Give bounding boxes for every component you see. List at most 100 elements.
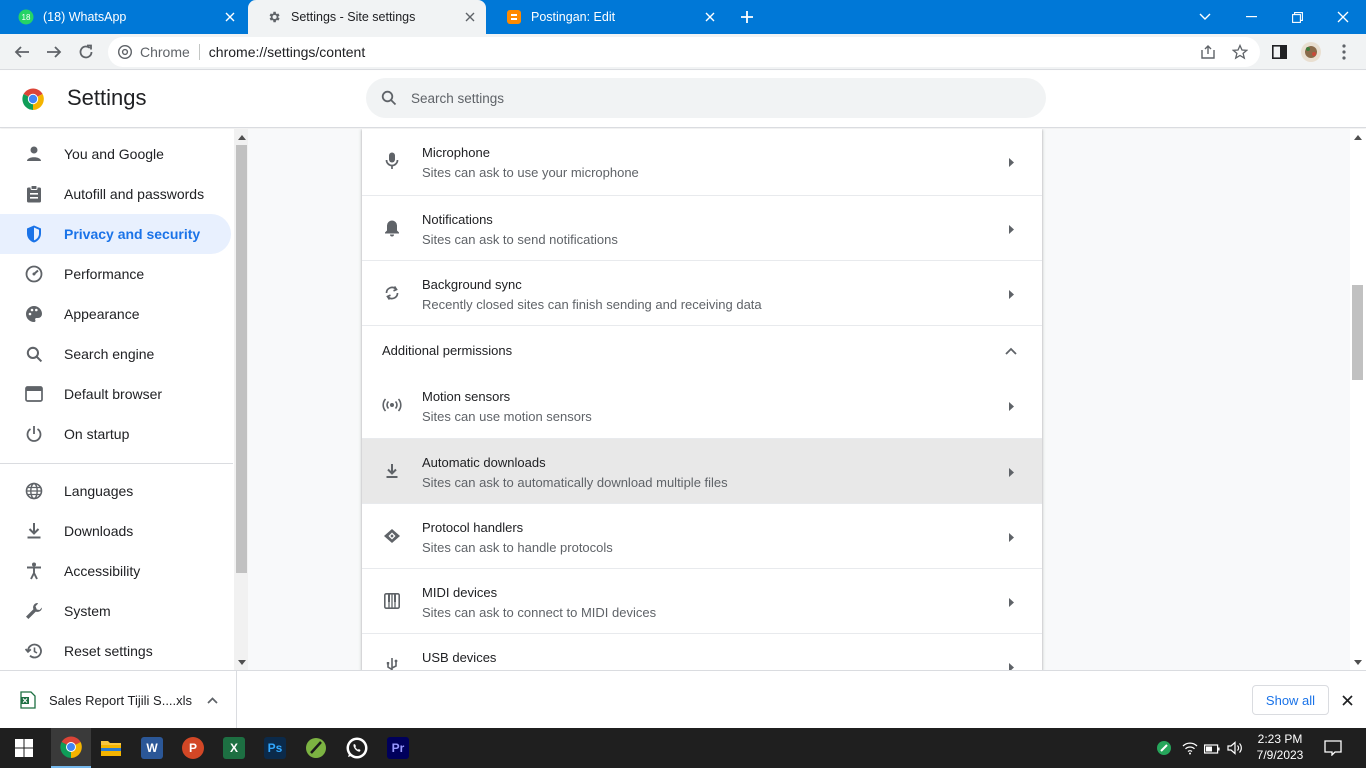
- row-subtitle: Sites can ask to connect to MIDI devices: [422, 605, 657, 620]
- sidebar-item-label: Search engine: [64, 346, 155, 362]
- tray-app-icon[interactable]: [1154, 728, 1174, 768]
- tab-title: Postingan: Edit: [531, 10, 616, 24]
- row-subtitle: Recently closed sites can finish sending…: [422, 297, 762, 312]
- list-item-protocol-handlers[interactable]: Protocol handlers Sites can ask to handl…: [362, 503, 1042, 568]
- window-close-icon[interactable]: [1320, 0, 1366, 34]
- settings-main: Microphone Sites can ask to use your mic…: [248, 129, 1350, 670]
- sidebar-item-downloads[interactable]: Downloads: [0, 511, 231, 551]
- sidebar-item-default-browser[interactable]: Default browser: [0, 374, 231, 414]
- volume-icon[interactable]: [1225, 728, 1245, 768]
- close-icon[interactable]: [702, 9, 718, 25]
- scroll-up-icon[interactable]: [1353, 132, 1363, 142]
- sidebar-item-accessibility[interactable]: Accessibility: [0, 551, 231, 591]
- search-input[interactable]: [411, 90, 1011, 106]
- microphone-icon: [382, 151, 402, 171]
- side-panel-icon[interactable]: [1265, 38, 1293, 66]
- close-icon[interactable]: [222, 9, 238, 25]
- close-icon[interactable]: [462, 9, 478, 25]
- notification-center-icon[interactable]: [1322, 728, 1344, 768]
- show-all-button[interactable]: Show all: [1252, 685, 1329, 715]
- list-item-microphone[interactable]: Microphone Sites can ask to use your mic…: [362, 129, 1042, 194]
- battery-icon[interactable]: [1202, 728, 1222, 768]
- list-item-notifications[interactable]: Notifications Sites can ask to send noti…: [362, 195, 1042, 260]
- settings-sidebar: You and Google Autofill and passwords Pr…: [0, 129, 234, 670]
- close-icon[interactable]: [1339, 692, 1355, 708]
- start-button[interactable]: [4, 728, 44, 768]
- sidebar-item-label: Reset settings: [64, 643, 153, 659]
- new-tab-icon[interactable]: [737, 7, 757, 27]
- address-bar[interactable]: Chrome chrome://settings/content: [108, 37, 1260, 67]
- corel-icon: [306, 738, 326, 758]
- download-item[interactable]: Sales Report Tijili S....xls: [0, 671, 237, 729]
- list-item-motion-sensors[interactable]: Motion sensors Sites can use motion sens…: [362, 373, 1042, 438]
- list-item-background-sync[interactable]: Background sync Recently closed sites ca…: [362, 260, 1042, 325]
- piano-icon: [382, 591, 402, 611]
- photoshop-icon: Ps: [264, 737, 286, 759]
- taskbar-excel[interactable]: X: [214, 728, 254, 768]
- row-title: Automatic downloads: [422, 455, 546, 470]
- wifi-icon[interactable]: [1180, 728, 1200, 768]
- sidebar-item-languages[interactable]: Languages: [0, 471, 231, 511]
- sidebar-item-you-and-google[interactable]: You and Google: [0, 134, 231, 174]
- wrench-icon: [24, 601, 44, 621]
- tab-whatsapp[interactable]: 18 (18) WhatsApp: [0, 0, 246, 34]
- scroll-down-icon[interactable]: [236, 657, 247, 667]
- main-scrollbar-thumb[interactable]: [1352, 285, 1363, 380]
- sidebar-item-on-startup[interactable]: On startup: [0, 414, 231, 454]
- scroll-up-icon[interactable]: [236, 132, 247, 142]
- sidebar-item-appearance[interactable]: Appearance: [0, 294, 231, 334]
- system-clock[interactable]: 2:23 PM 7/9/2023: [1248, 731, 1312, 763]
- taskbar-chrome[interactable]: [51, 728, 91, 768]
- forward-icon[interactable]: [40, 38, 68, 66]
- back-icon[interactable]: [8, 38, 36, 66]
- restore-icon[interactable]: [1274, 0, 1320, 34]
- divider: [0, 463, 233, 464]
- sidebar-item-performance[interactable]: Performance: [0, 254, 231, 294]
- word-icon: W: [141, 737, 163, 759]
- sidebar-item-system[interactable]: System: [0, 591, 231, 631]
- chrome-logo-icon: [22, 88, 44, 110]
- sidebar-item-autofill[interactable]: Autofill and passwords: [0, 174, 231, 214]
- list-item-midi-devices[interactable]: MIDI devices Sites can ask to connect to…: [362, 568, 1042, 633]
- protocol-icon: [382, 526, 402, 546]
- tab-search-icon[interactable]: [1182, 0, 1228, 34]
- sync-icon: [382, 283, 402, 303]
- row-subtitle: Sites can ask to handle protocols: [422, 540, 613, 555]
- clipboard-icon: [24, 184, 44, 204]
- kebab-menu-icon[interactable]: [1330, 38, 1358, 66]
- reload-icon[interactable]: [72, 38, 100, 66]
- settings-search[interactable]: [366, 78, 1046, 118]
- additional-permissions-toggle[interactable]: Additional permissions: [362, 325, 1042, 373]
- taskbar-photoshop[interactable]: Ps: [255, 728, 295, 768]
- bell-icon: [382, 218, 402, 238]
- sidebar-item-reset-settings[interactable]: Reset settings: [0, 631, 231, 671]
- row-title: Protocol handlers: [422, 520, 524, 535]
- main-scrollbar[interactable]: [1350, 129, 1366, 670]
- arrow-right-icon: [1004, 465, 1018, 479]
- tab-settings[interactable]: Settings - Site settings: [248, 0, 486, 34]
- minimize-icon[interactable]: [1228, 0, 1274, 34]
- sidebar-scrollbar-thumb[interactable]: [236, 145, 247, 573]
- taskbar-whatsapp[interactable]: [337, 728, 377, 768]
- download-shelf: Sales Report Tijili S....xls Show all: [0, 670, 1366, 729]
- palette-icon: [24, 304, 44, 324]
- taskbar-premiere[interactable]: Pr: [378, 728, 418, 768]
- taskbar-file-explorer[interactable]: [91, 728, 131, 768]
- chevron-up-icon[interactable]: [205, 693, 219, 707]
- sidebar-item-privacy[interactable]: Privacy and security: [0, 214, 231, 254]
- share-icon[interactable]: [1194, 37, 1222, 67]
- taskbar-corel[interactable]: [296, 728, 336, 768]
- chrome-chip[interactable]: Chrome: [118, 44, 190, 60]
- scroll-down-icon[interactable]: [1353, 657, 1363, 667]
- avatar[interactable]: [1297, 38, 1325, 66]
- tab-blogger[interactable]: Postingan: Edit: [488, 0, 726, 34]
- row-subtitle: Sites can ask to send notifications: [422, 232, 618, 247]
- row-title: Background sync: [422, 277, 522, 292]
- sidebar-item-search-engine[interactable]: Search engine: [0, 334, 231, 374]
- taskbar-word[interactable]: W: [132, 728, 172, 768]
- list-item-automatic-downloads[interactable]: Automatic downloads Sites can ask to aut…: [362, 438, 1042, 503]
- whatsapp-icon: 18: [18, 9, 34, 25]
- taskbar-powerpoint[interactable]: P: [173, 728, 213, 768]
- bookmark-star-icon[interactable]: [1226, 37, 1254, 67]
- list-item-usb-devices[interactable]: USB devices: [362, 633, 1042, 670]
